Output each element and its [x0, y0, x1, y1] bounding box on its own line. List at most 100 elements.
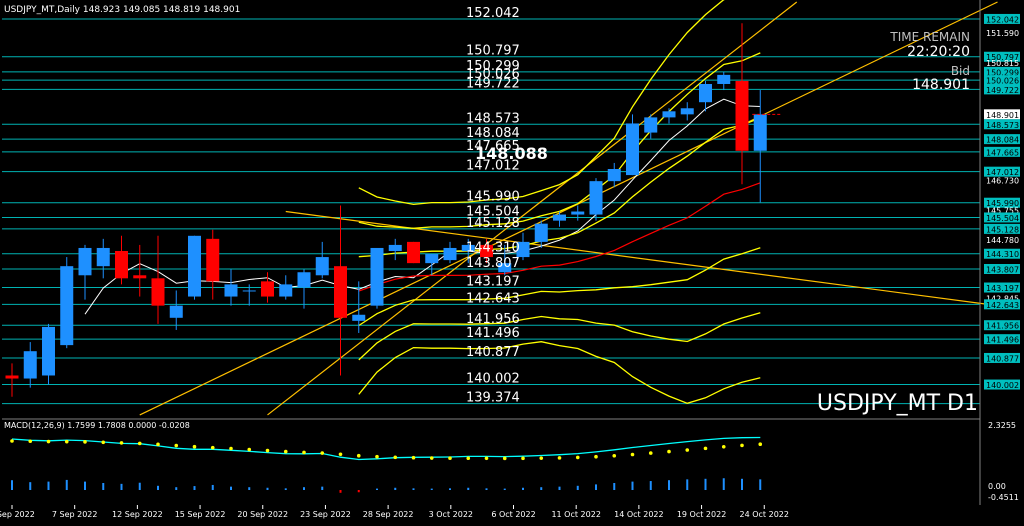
macd-signal-dot-39: [721, 444, 726, 449]
price-tag-0: 152.042: [986, 15, 1019, 24]
candle-body-6: [115, 250, 128, 279]
macd-signal-dot-21: [393, 455, 398, 460]
macd-signal-dot-5: [101, 440, 106, 445]
macd-signal-dot-7: [137, 441, 142, 446]
candle-body-15: [279, 284, 293, 297]
candle-body-23: [425, 254, 439, 264]
candle-body-12: [224, 284, 238, 297]
level-label-14: 143.197: [466, 275, 520, 290]
macd-signal-dot-16: [302, 450, 306, 455]
level-label-5: 148.573: [466, 111, 520, 126]
x-tick-label-12: 24 Oct 2022: [740, 510, 789, 519]
level-label-4: 149.722: [466, 76, 520, 91]
price-tag-10: 147.665: [986, 148, 1019, 157]
macd-signal-dot-35: [648, 451, 653, 455]
macd-axis-zero: 0.00: [988, 482, 1006, 491]
candle-body-30: [553, 214, 566, 221]
price-tag-5: 150.026: [986, 77, 1019, 86]
candle-body-14: [261, 281, 274, 297]
x-tick-label-9: 11 Oct 2022: [551, 510, 600, 519]
candle-body-10: [188, 235, 201, 297]
candle-body-36: [662, 111, 676, 118]
macd-signal-dot-30: [557, 456, 562, 460]
price-tick-1: 151.590: [986, 29, 1019, 38]
level-label-20: 139.374: [466, 391, 520, 406]
macd-signal-dot-15: [283, 449, 288, 454]
price-tag-7: 148.901: [986, 111, 1019, 120]
candle-body-39: [717, 74, 731, 84]
price-tag-8: 148.573: [986, 121, 1019, 130]
time-remain-value: 22:20:20: [907, 44, 970, 60]
candle-body-35: [644, 117, 658, 133]
candle-body-29: [534, 223, 548, 242]
macd-signal-dot-40: [740, 443, 744, 448]
macd-signal-dot-25: [466, 456, 471, 461]
x-tick-label-2: 12 Sep 2022: [112, 510, 163, 519]
symbol-watermark: USDJPY_MT D1: [817, 391, 978, 416]
macd-signal-dot-20: [375, 454, 379, 459]
candle-body-5: [96, 247, 110, 267]
macd-signal-dot-26: [484, 456, 489, 461]
candle-body-20: [370, 247, 384, 306]
candle-body-19: [352, 314, 366, 321]
candle-body-24: [443, 247, 457, 261]
candle-body-13: [242, 290, 256, 292]
macd-signal-dot-1: [28, 439, 33, 444]
macd-signal-dot-37: [685, 448, 690, 452]
price-tag-23: 141.956: [986, 322, 1019, 331]
price-tag-18: 144.310: [986, 250, 1019, 259]
price-tag-9: 148.084: [986, 136, 1019, 145]
bid-label: Bid: [951, 64, 970, 78]
candle-body-16: [297, 272, 311, 288]
price-tick-3: 150.815: [986, 59, 1019, 68]
price-tag-16: 145.128: [986, 225, 1019, 234]
candle-body-7: [133, 275, 147, 279]
price-tick-12: 146.730: [986, 177, 1019, 186]
x-tick-label-7: 3 Oct 2022: [429, 510, 473, 519]
candle-body-17: [315, 257, 329, 276]
macd-signal-dot-22: [411, 455, 416, 460]
level-label-13: 143.807: [466, 256, 520, 271]
level-label-12: 144.310: [466, 241, 520, 256]
candle-body-3: [60, 266, 74, 346]
macd-signal-dot-9: [174, 443, 179, 448]
time-remain-label: TIME REMAIN: [889, 30, 970, 44]
macd-signal-dot-38: [703, 446, 708, 451]
bid-value: 148.901: [912, 77, 970, 93]
macd-signal-dot-29: [539, 456, 544, 460]
candle-body-11: [206, 238, 220, 282]
candle-body-34: [626, 123, 639, 176]
candle-body-1: [23, 351, 37, 379]
level-label-11: 145.128: [466, 216, 520, 231]
macd-axis-bottom: -0.4511: [988, 493, 1019, 502]
price-tag-19: 143.807: [986, 265, 1019, 274]
candle-body-2: [42, 326, 55, 376]
macd-signal-dot-4: [83, 440, 87, 444]
candle-body-37: [680, 108, 694, 115]
level-label-9: 145.990: [466, 190, 520, 205]
macd-signal-dot-6: [119, 441, 124, 445]
macd-signal-dot-23: [429, 456, 434, 460]
macd-signal-dot-27: [502, 456, 507, 461]
price-tag-6: 149.722: [986, 86, 1019, 95]
candle-body-38: [699, 83, 712, 103]
candle-body-4: [78, 247, 92, 276]
macd-label: MACD(12,26,9) 1.7599 1.7808 0.0000 -0.02…: [4, 421, 190, 430]
macd-signal-dot-36: [667, 449, 671, 454]
level-labels: 152.042150.797150.299150.026149.722148.5…: [466, 6, 520, 406]
macd-signal-dot-11: [210, 445, 215, 450]
price-tag-15: 145.504: [986, 214, 1019, 223]
level-label-1: 150.797: [466, 44, 520, 59]
macd-signal-dot-2: [46, 439, 51, 444]
level-label-16: 141.956: [466, 312, 520, 327]
macd-signal-dot-31: [575, 455, 580, 460]
macd-signal-dot-19: [356, 453, 361, 458]
level-label-19: 140.002: [466, 372, 520, 387]
symbol-info: USDJPY_MT,Daily 148.923 149.085 148.819 …: [4, 5, 240, 15]
candle-body-41: [753, 114, 767, 151]
macd-signal-dot-0: [10, 439, 14, 443]
candle-body-40: [735, 80, 749, 151]
macd-signal-dot-24: [448, 456, 452, 461]
x-tick-label-11: 19 Oct 2022: [677, 510, 726, 519]
price-chart[interactable]: 152.042150.797150.299150.026149.722148.5…: [0, 0, 1024, 522]
